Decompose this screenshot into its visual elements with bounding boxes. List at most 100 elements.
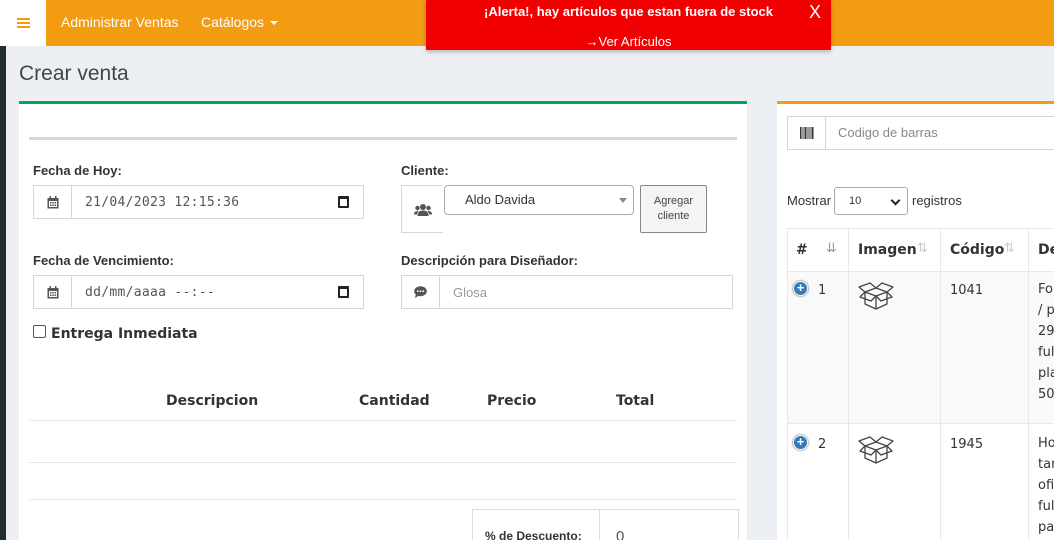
desc-line: / p [1038,303,1054,318]
row-descripcion: Ho tar ofi ful pa [1038,433,1054,538]
barcode-icon [788,117,826,149]
cliente-label: Cliente: [401,163,449,178]
fecha-vencimiento-placeholder: dd/mm/aaaa --:-- [85,284,216,300]
glosa-placeholder: Glosa [453,284,487,300]
descuento-label: % de Descuento: [485,529,582,540]
nav-catalogos-dropdown[interactable]: Catálogos [201,0,279,46]
sort-icon: ⇅ [917,240,928,255]
fecha-hoy-input-group: 21/04/2023 12:15:36 [33,185,364,219]
entrega-inmediata-checkbox[interactable] [33,325,46,338]
fecha-hoy-label: Fecha de Hoy: [33,163,122,178]
ver-articulos-link[interactable]: →Ver Artículos [426,34,831,49]
agregar-cliente-button[interactable]: Agregar cliente [640,185,707,233]
fecha-vencimiento-label: Fecha de Vencimiento: [33,253,174,268]
sale-form-box: Fecha de Hoy: 21/04/2023 12:15:36 Client… [19,101,747,540]
desc-line: 50 [1038,387,1054,402]
row-descripcion: Fo / p 29 ful pla 50 [1038,279,1054,405]
table-row-2-imagen [849,424,941,540]
desc-line: 29 [1038,324,1054,339]
table-divider [29,499,737,500]
entrega-inmediata-label: Entrega Inmediata [51,326,198,342]
desc-line: ful [1038,345,1054,360]
table-row-1-num: + 1 [787,272,849,424]
barcode-input[interactable]: Codigo de barras [826,117,1054,149]
users-icon [401,185,443,233]
desc-line: ofi [1038,478,1054,493]
open-box-icon [858,282,894,310]
col-cantidad: Cantidad [359,393,430,409]
descripcion-disenador-label: Descripción para Diseñador: [401,253,578,268]
page-size-select[interactable]: 10 [834,187,908,215]
calendar-icon [34,186,72,218]
desc-line: pa [1038,520,1054,535]
cliente-select[interactable]: Aldo Davida [444,185,634,215]
th-imagen-label: Imagen [858,242,917,258]
stock-alert: ¡Alerta!, hay artículos que estan fuera … [426,0,831,50]
caret-down-icon [270,21,279,26]
row-num: 1 [818,283,827,298]
fecha-hoy-value: 21/04/2023 12:15:36 [85,194,240,210]
alert-close-button[interactable]: X [809,2,821,22]
barcode-input-group: Codigo de barras [787,116,1054,150]
th-imagen[interactable]: Imagen ⇅ [849,228,941,272]
col-descripcion: Descripcion [166,393,259,409]
calendar-picker-icon[interactable] [338,286,349,298]
row-codigo: 1945 [950,437,984,452]
table-divider [29,420,737,421]
comment-icon [402,276,440,308]
descripcion-disenador-input[interactable]: Glosa [440,276,732,308]
table-row-1-imagen [849,272,941,424]
table-row-2-num: + 2 [787,424,849,540]
calendar-picker-icon[interactable] [338,196,349,208]
table-row-1-descripcion: Fo / p 29 ful pla 50 [1029,272,1054,424]
dropdown-arrow-icon [619,198,627,203]
sidebar-edge [0,46,6,540]
col-total: Total [616,393,655,409]
descripcion-disenador-input-group: Glosa [401,275,733,309]
desc-line: ful [1038,499,1054,514]
col-precio: Precio [487,393,537,409]
plus-circle-icon[interactable]: + [793,435,808,450]
calendar-icon [34,276,72,308]
sort-icon: ⇊ [826,240,837,255]
table-divider [29,462,737,463]
chevron-down-icon [890,195,901,206]
plus-circle-icon[interactable]: + [793,281,808,296]
descuento-input[interactable]: 0 [599,509,739,540]
alert-title: ¡Alerta!, hay artículos que estan fuera … [484,4,773,19]
descuento-value: 0 [616,528,625,540]
products-box: Codigo de barras Mostrar 10 registros # … [777,101,1054,540]
row-num: 2 [818,437,827,452]
descuento-label-cell: % de Descuento: [472,509,600,540]
open-box-icon [858,436,894,464]
sidebar-toggle-button[interactable] [0,0,46,46]
desc-line: Fo [1038,282,1053,297]
fecha-vencimiento-input-group: dd/mm/aaaa --:-- [33,275,364,309]
nav-administrar-ventas[interactable]: Administrar Ventas [61,0,179,46]
registros-label: registros [912,193,962,208]
divider [29,137,737,140]
th-descripcion-label: De [1038,242,1054,258]
th-codigo-label: Código [950,242,1005,258]
bars-icon [16,18,30,28]
table-row-2-descripcion: Ho tar ofi ful pa [1029,424,1054,540]
nav-catalogos-label: Catálogos [201,14,265,30]
table-row-2-codigo: 1945 [941,424,1029,540]
table-row-1-codigo: 1041 [941,272,1029,424]
fecha-vencimiento-input[interactable]: dd/mm/aaaa --:-- [72,276,363,308]
fecha-hoy-input[interactable]: 21/04/2023 12:15:36 [72,186,363,218]
agregar-line2: cliente [657,210,690,222]
cliente-value: Aldo Davida [465,192,536,207]
th-descripcion[interactable]: De [1029,228,1054,272]
desc-line: tar [1038,457,1054,472]
page-size-value: 10 [849,195,862,207]
desc-line: Ho [1038,436,1054,451]
row-codigo: 1041 [950,283,984,298]
mostrar-label: Mostrar [787,193,832,208]
th-codigo[interactable]: Código ⇅ [941,228,1029,272]
sort-icon: ⇅ [1004,240,1015,255]
th-num[interactable]: # ⇊ [787,228,849,272]
agregar-line1: Agregar [653,195,694,207]
desc-line: pla [1038,366,1054,381]
th-num-label: # [796,242,808,258]
